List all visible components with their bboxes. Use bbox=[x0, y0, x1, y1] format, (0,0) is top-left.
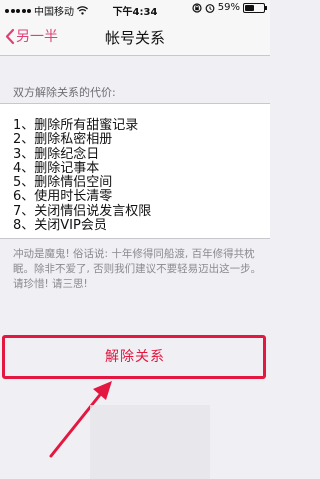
blurred-region bbox=[90, 405, 210, 479]
